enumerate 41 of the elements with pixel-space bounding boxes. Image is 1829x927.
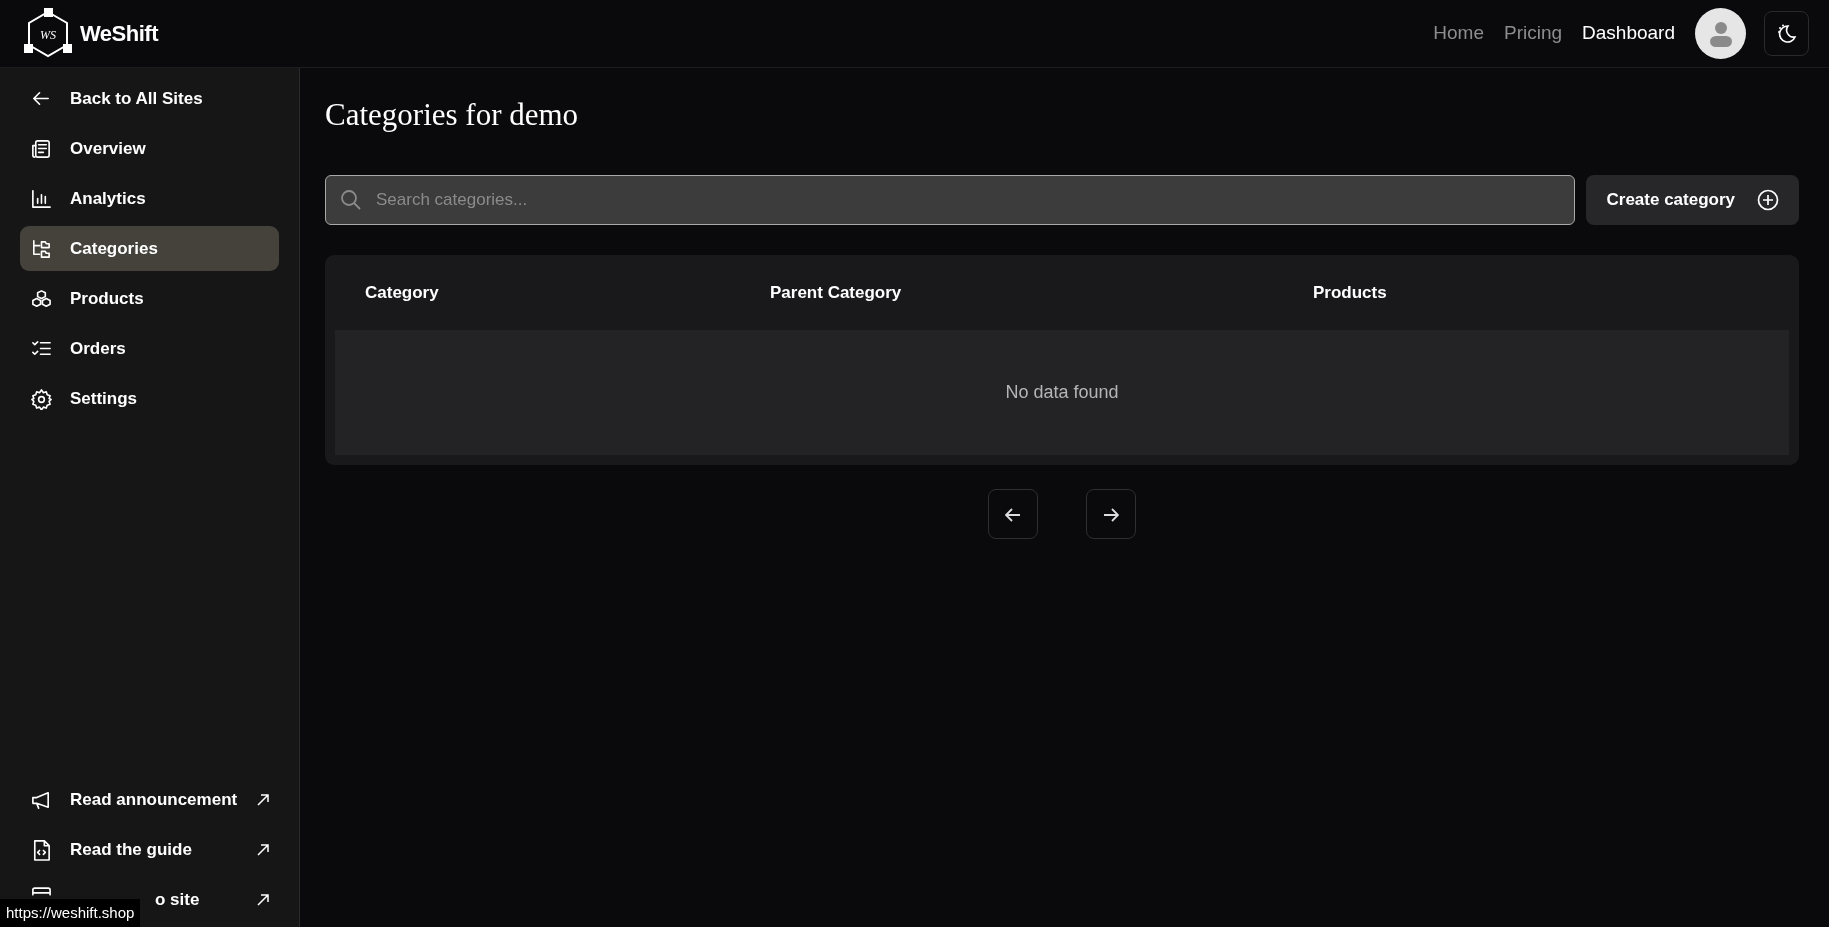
sidebar-item[interactable]: Orders bbox=[20, 326, 279, 371]
sidebar-item[interactable]: Categories bbox=[20, 226, 279, 271]
column-header: Parent Category bbox=[770, 281, 903, 304]
arrow-left-icon bbox=[1005, 507, 1021, 522]
bar-chart-icon bbox=[30, 188, 52, 210]
external-link-icon bbox=[257, 843, 269, 856]
status-url-tooltip: https://weshift.shop bbox=[0, 898, 141, 927]
boxes-icon bbox=[30, 288, 52, 310]
page-title: Categories for demo bbox=[325, 96, 580, 134]
avatar-button[interactable] bbox=[1695, 8, 1746, 59]
newspaper-icon bbox=[30, 138, 52, 160]
column-header: Category bbox=[365, 281, 440, 304]
nav-link[interactable]: Pricing bbox=[1503, 19, 1563, 48]
sidebar-item[interactable]: Overview bbox=[20, 126, 279, 171]
nav-link[interactable]: Home bbox=[1433, 19, 1484, 48]
folder-tree-icon bbox=[30, 238, 52, 260]
sidebar-item[interactable]: Read the guide bbox=[20, 827, 279, 872]
arrow-right-icon bbox=[1103, 507, 1119, 522]
previous-page-button[interactable] bbox=[988, 489, 1038, 540]
theme-toggle-button[interactable] bbox=[1764, 11, 1809, 56]
column-header: Products bbox=[1313, 281, 1388, 304]
sidebar-item[interactable]: Read announcement bbox=[20, 777, 279, 822]
megaphone-icon bbox=[30, 789, 52, 811]
search-icon bbox=[340, 189, 362, 212]
empty-message: No data found bbox=[1005, 381, 1119, 405]
plus-circle-icon bbox=[1757, 189, 1779, 212]
external-link-icon bbox=[257, 793, 269, 806]
create-category-button[interactable]: Create category bbox=[1586, 175, 1799, 226]
next-page-button[interactable] bbox=[1086, 489, 1136, 540]
external-link-icon bbox=[257, 893, 269, 906]
sidebar-item[interactable]: Settings bbox=[20, 376, 279, 421]
sidebar-item[interactable]: Products bbox=[20, 276, 279, 321]
moon-icon bbox=[1775, 22, 1798, 45]
gear-icon bbox=[30, 388, 52, 410]
sidebar-item[interactable]: Analytics bbox=[20, 176, 279, 221]
sidebar-item[interactable]: Back to All Sites bbox=[20, 76, 279, 121]
browser-icon bbox=[30, 887, 52, 896]
search-field[interactable]: Search categories... bbox=[325, 175, 1576, 226]
user-icon bbox=[1708, 20, 1733, 47]
brand-name[interactable]: WeShift bbox=[80, 17, 158, 50]
nav-link[interactable]: Dashboard bbox=[1582, 19, 1675, 48]
